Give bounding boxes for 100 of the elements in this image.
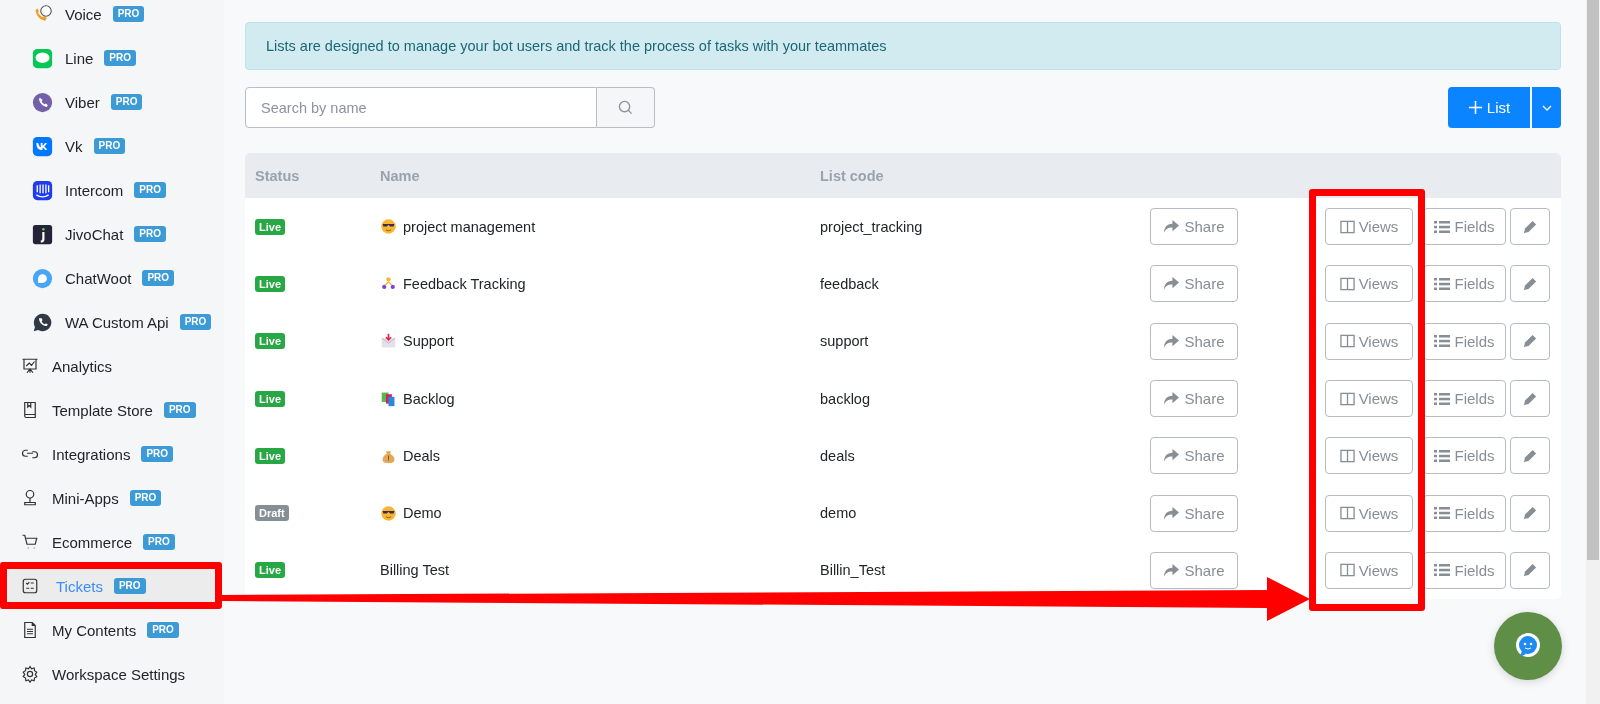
pro-badge: PRO xyxy=(142,270,175,286)
share-button[interactable]: Share xyxy=(1150,380,1238,418)
settings-icon xyxy=(21,665,39,683)
sidebar-item[interactable]: Ecommerce PRO xyxy=(8,520,214,564)
share-button[interactable]: Share xyxy=(1150,265,1238,303)
share-button[interactable]: Share xyxy=(1150,494,1238,532)
chat-bubble-icon xyxy=(32,47,53,69)
status-badge: Live xyxy=(255,447,285,464)
share-arrow-icon xyxy=(1163,448,1181,464)
fields-button[interactable]: Fields xyxy=(1423,208,1506,246)
list-code: backlog xyxy=(820,390,870,407)
sidebar-item[interactable]: Integrations PRO xyxy=(8,432,214,476)
list-icon xyxy=(1434,334,1451,349)
sidebar-item[interactable]: My Contents PRO xyxy=(8,608,214,652)
chat-bubble-icon xyxy=(32,267,53,289)
chat-icon xyxy=(1514,632,1542,660)
share-button[interactable]: Share xyxy=(1150,322,1238,360)
chat-widget-button[interactable] xyxy=(1494,612,1562,680)
status-badge: Live xyxy=(255,218,285,235)
sidebar-label: WA Custom Api xyxy=(65,313,169,331)
share-arrow-icon xyxy=(1163,505,1181,521)
pro-badge: PRO xyxy=(134,182,167,198)
column-header: List code xyxy=(820,167,885,184)
search-button[interactable] xyxy=(597,87,655,128)
sidebar-label: Mini-Apps xyxy=(52,489,119,507)
list-code: feedback xyxy=(820,275,879,292)
share-button[interactable]: Share xyxy=(1150,208,1238,246)
list-icon xyxy=(1434,276,1451,291)
edit-button[interactable] xyxy=(1510,437,1550,475)
edit-button[interactable] xyxy=(1510,208,1550,246)
pencil-icon xyxy=(1523,563,1537,578)
sidebar-item[interactable]: Mini-Apps PRO xyxy=(8,476,214,520)
sidebar-item[interactable]: Viber PRO xyxy=(0,80,224,124)
sunglasses-face-icon xyxy=(380,504,397,522)
pencil-icon xyxy=(1523,448,1537,463)
pro-badge: PRO xyxy=(179,314,212,330)
edit-button[interactable] xyxy=(1510,494,1550,532)
envelope-icon xyxy=(380,332,397,350)
edit-button[interactable] xyxy=(1510,265,1550,303)
books-icon xyxy=(380,390,397,408)
pro-badge: PRO xyxy=(147,622,179,638)
list-name: Demo xyxy=(403,505,442,522)
sidebar-label: Line xyxy=(65,49,94,67)
sidebar-item[interactable]: WA Custom Api PRO xyxy=(0,300,224,344)
list-icon xyxy=(1434,219,1451,234)
sidebar-label: Intercom xyxy=(65,181,124,199)
pro-badge: PRO xyxy=(134,226,167,242)
sidebar-label: Workspace Settings xyxy=(52,665,186,683)
pro-badge: PRO xyxy=(112,6,145,22)
list-code: demo xyxy=(820,505,857,522)
views-button[interactable]: Views xyxy=(1325,551,1413,589)
sidebar-label: Template Store xyxy=(52,401,153,419)
columns-icon xyxy=(1339,563,1355,578)
pin-icon xyxy=(21,489,39,507)
views-button[interactable]: Views xyxy=(1325,208,1413,246)
edit-button[interactable] xyxy=(1510,380,1550,418)
list-code: deals xyxy=(820,447,855,464)
sidebar-item[interactable]: Analytics xyxy=(8,344,214,388)
views-button[interactable]: Views xyxy=(1325,437,1413,475)
views-button[interactable]: Views xyxy=(1325,265,1413,303)
pencil-icon xyxy=(1523,506,1537,521)
pencil-icon xyxy=(1523,219,1537,234)
status-badge: Live xyxy=(255,333,285,350)
edit-button[interactable] xyxy=(1510,322,1550,360)
sidebar-item[interactable]: Workspace Settings xyxy=(8,652,214,696)
columns-icon xyxy=(1339,219,1355,234)
views-button[interactable]: Views xyxy=(1325,494,1413,532)
sidebar-item[interactable]: Line PRO xyxy=(0,36,224,80)
pro-badge: PRO xyxy=(163,402,196,418)
j-logo-icon xyxy=(32,223,53,245)
share-button[interactable]: Share xyxy=(1150,551,1238,589)
views-button[interactable]: Views xyxy=(1325,380,1413,418)
share-arrow-icon xyxy=(1163,219,1181,235)
fields-button[interactable]: Fields xyxy=(1423,380,1506,418)
sidebar-item[interactable]: JivoChat PRO xyxy=(0,212,224,256)
columns-icon xyxy=(1339,506,1355,521)
sidebar-item[interactable]: Template Store PRO xyxy=(8,388,214,432)
scrollbar[interactable] xyxy=(1586,0,1600,704)
add-list-button[interactable]: List xyxy=(1448,87,1530,128)
sidebar-item[interactable]: Intercom PRO xyxy=(0,168,224,212)
fields-button[interactable]: Fields xyxy=(1423,265,1506,303)
sidebar-item[interactable]: Voice PRO xyxy=(0,0,224,36)
sidebar-item[interactable]: Vk PRO xyxy=(0,124,224,168)
fields-button[interactable]: Fields xyxy=(1423,322,1506,360)
edit-button[interactable] xyxy=(1510,551,1550,589)
fields-button[interactable]: Fields xyxy=(1423,494,1506,532)
dropdown-button[interactable] xyxy=(1532,87,1561,128)
list-icon xyxy=(1434,506,1451,521)
pencil-icon xyxy=(1523,334,1537,349)
pencil-icon xyxy=(1523,391,1537,406)
share-button[interactable]: Share xyxy=(1150,437,1238,475)
sidebar-item[interactable]: ChatWoot PRO xyxy=(0,256,224,300)
fields-button[interactable]: Fields xyxy=(1423,551,1506,589)
status-badge: Draft xyxy=(255,505,289,522)
fields-button[interactable]: Fields xyxy=(1423,437,1506,475)
phone-icon xyxy=(32,91,53,113)
views-button[interactable]: Views xyxy=(1325,322,1413,360)
book-icon xyxy=(21,401,39,419)
search-field[interactable]: Search by name xyxy=(245,87,597,128)
status-badge: Live xyxy=(255,390,285,407)
